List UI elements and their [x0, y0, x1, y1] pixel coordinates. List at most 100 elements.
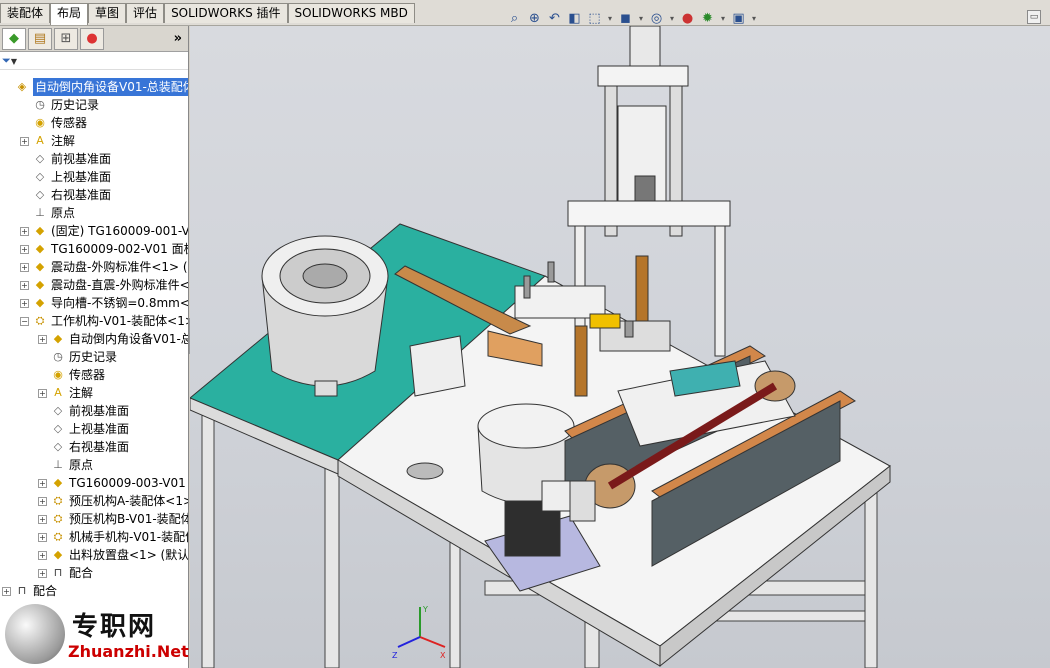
appearance-icon[interactable]: ● — [679, 10, 696, 27]
zoom-to-fit-icon[interactable]: ⌕ — [506, 10, 523, 27]
command-tab[interactable]: 草图 — [88, 3, 127, 23]
tree-node[interactable]: ◈ 自动倒内角设备V01-总装配体（ — [2, 78, 188, 96]
tree-node[interactable]: ◇ 上视基准面 — [38, 420, 129, 438]
tree-node[interactable]: ◇ 右视基准面 — [38, 438, 129, 456]
history-icon: ◷ — [53, 350, 63, 363]
tree-node-label: 传感器 — [51, 116, 88, 130]
tree-node[interactable]: ⊥ 原点 — [20, 204, 75, 222]
display-manager-tab[interactable]: ● — [80, 27, 104, 50]
logo-cn-text: 专职网 — [72, 612, 157, 642]
cad-model[interactable] — [190, 26, 1050, 668]
chevron-down-icon[interactable]: ▾ — [668, 10, 676, 27]
tree-node[interactable]: + ⛭ 预压机构B-V01-装配体< — [38, 510, 188, 528]
graphics-area[interactable]: Y X Z — [190, 26, 1050, 668]
command-tab[interactable]: 装配体 — [0, 3, 51, 23]
tree-node[interactable]: + ⊓ 配合 — [2, 582, 57, 600]
previous-view-icon[interactable]: ↶ — [546, 10, 563, 27]
tree-node[interactable]: ◇ 右视基准面 — [20, 186, 111, 204]
configuration-manager-tab[interactable]: ⊞ — [54, 27, 78, 50]
tree-node[interactable]: ◇ 前视基准面 — [20, 150, 111, 168]
command-tab[interactable]: 评估 — [126, 3, 165, 23]
tree-node[interactable]: + ◆ 出料放置盘<1> (默认<< — [38, 546, 188, 564]
assembly-icon: ◈ — [17, 80, 27, 93]
restore-window-icon[interactable]: ▭ — [1027, 10, 1041, 24]
tree-node[interactable]: ◉ 传感器 — [20, 114, 87, 132]
tree-node[interactable]: ◷ 历史记录 — [20, 96, 99, 114]
tree-node[interactable]: ◉ 传感器 — [38, 366, 105, 384]
expand-icon[interactable]: + — [2, 586, 11, 596]
expand-icon[interactable]: + — [20, 262, 29, 272]
expand-icon[interactable]: + — [38, 532, 47, 542]
expand-icon[interactable]: + — [20, 244, 29, 254]
expand-icon[interactable]: + — [20, 298, 29, 308]
expand-icon[interactable]: + — [38, 568, 47, 578]
tree-node[interactable]: ◇ 前视基准面 — [38, 402, 129, 420]
expand-icon[interactable]: + — [38, 550, 47, 560]
expand-icon[interactable]: + — [38, 514, 47, 524]
tree-node-label: 预压机构B-V01-装配体< — [69, 512, 188, 526]
command-tab[interactable]: SOLIDWORKS 插件 — [164, 3, 288, 23]
collapse-icon[interactable]: − — [20, 316, 29, 326]
expand-icon[interactable]: + — [20, 226, 29, 236]
tree-node[interactable]: ◇ 上视基准面 — [20, 168, 111, 186]
chevron-down-icon[interactable]: ▾ — [750, 10, 758, 27]
tree-node[interactable]: ◷ 历史记录 — [38, 348, 117, 366]
chevron-down-icon[interactable]: ▾ — [606, 10, 614, 27]
subassembly-icon: ⛭ — [53, 512, 63, 525]
command-manager-bar: 装配体 布局 草图 评估 SOLIDWORKS 插件 SOLIDWORKS MBD ⌕ ⊕ ↶… — [0, 0, 1050, 26]
display-manager-icon: ● — [86, 31, 98, 46]
plane-icon: ◇ — [53, 440, 63, 453]
mates-icon: ⊓ — [53, 566, 63, 579]
tree-node[interactable]: + ◆ (固定) TG160009-001-V01 — [20, 222, 188, 240]
tree-node[interactable]: + ◆ TG160009-002-V01 面板A- — [20, 240, 188, 258]
mates-icon: ⊓ — [17, 584, 27, 597]
expand-icon[interactable]: + — [38, 496, 47, 506]
tree-node[interactable]: + A 注解 — [38, 384, 93, 402]
tree-node-label: 注解 — [51, 134, 76, 148]
tree-node[interactable]: + ⛭ 机械手机构-V01-装配体- — [38, 528, 188, 546]
tree-node[interactable]: + ◆ 震动盘-外购标准件<1> (默认 — [20, 258, 188, 276]
chevron-down-icon[interactable]: ▾ — [637, 10, 645, 27]
tree-node[interactable]: + ⊓ 配合 — [38, 564, 93, 582]
expand-icon[interactable]: + — [20, 280, 29, 290]
expand-icon[interactable]: + — [20, 136, 29, 146]
watermark-logo: 专职网 Zhuanzhi.Net — [0, 600, 189, 668]
view-orientation-icon[interactable]: ⬚ — [586, 10, 603, 27]
tree-filter[interactable]: ⏷▼ — [0, 52, 188, 70]
tree-node[interactable]: + ◆ 自动倒内角设备V01-总装 — [38, 330, 188, 348]
tree-node[interactable]: ⊥ 原点 — [38, 456, 93, 474]
part-icon: ◆ — [35, 224, 45, 237]
feature-manager-pane: ◆ ▤ ⊞ ● » ⏷▼ ◈ 自动倒内角设备V01-总装配体（ ◷ 历史记录 ◉ 传感器 +… — [0, 26, 189, 668]
origin-icon: ⊥ — [35, 206, 45, 219]
expand-icon[interactable]: + — [38, 334, 47, 344]
logo-ball-icon — [5, 604, 65, 664]
tree-node[interactable]: −⛭ 工作机构-V01-装配体<1> ( — [20, 312, 188, 330]
tree-node[interactable]: + ◆ 导向槽-不锈钢=0.8mm<1> — [20, 294, 188, 312]
vibration-bowl — [261, 235, 389, 397]
command-tabs: 装配体 布局 草图 评估 SOLIDWORKS 插件 SOLIDWORKS MBD — [0, 3, 415, 25]
property-manager-tab[interactable]: ▤ — [28, 27, 52, 50]
tree-node[interactable]: + A 注解 — [20, 132, 75, 150]
expand-panel-button[interactable]: » — [174, 31, 182, 46]
tree-node[interactable]: + ◆ 震动盘-直震-外购标准件<1> — [20, 276, 188, 294]
expand-icon[interactable]: + — [38, 478, 47, 488]
expand-icon[interactable]: + — [38, 388, 47, 398]
display-style-icon[interactable]: ◼ — [617, 10, 634, 27]
section-view-icon[interactable]: ◧ — [566, 10, 583, 27]
hide-show-icon[interactable]: ◎ — [648, 10, 665, 27]
part-icon: ◆ — [35, 278, 45, 291]
filter-icon: ⏷ — [2, 54, 11, 67]
tree-node[interactable]: + ⛭ 预压机构A-装配体<1> ( — [38, 492, 188, 510]
chevron-down-icon[interactable]: ▾ — [719, 10, 727, 27]
annotation-icon: A — [36, 134, 44, 147]
zoom-area-icon[interactable]: ⊕ — [526, 10, 543, 27]
command-tab[interactable]: SOLIDWORKS MBD — [287, 3, 415, 23]
scene-icon[interactable]: ✹ — [699, 10, 716, 27]
view-settings-icon[interactable]: ▣ — [730, 10, 747, 27]
command-tab[interactable]: 布局 — [50, 3, 89, 25]
tree-node[interactable]: + ◆ TG160009-003-V01 面板 — [38, 474, 188, 492]
filter-dropdown[interactable]: ▼ — [11, 57, 17, 66]
plane-icon: ◇ — [35, 170, 45, 183]
feature-manager-tab[interactable]: ◆ — [2, 27, 26, 50]
configuration-manager-icon: ⊞ — [60, 31, 72, 46]
